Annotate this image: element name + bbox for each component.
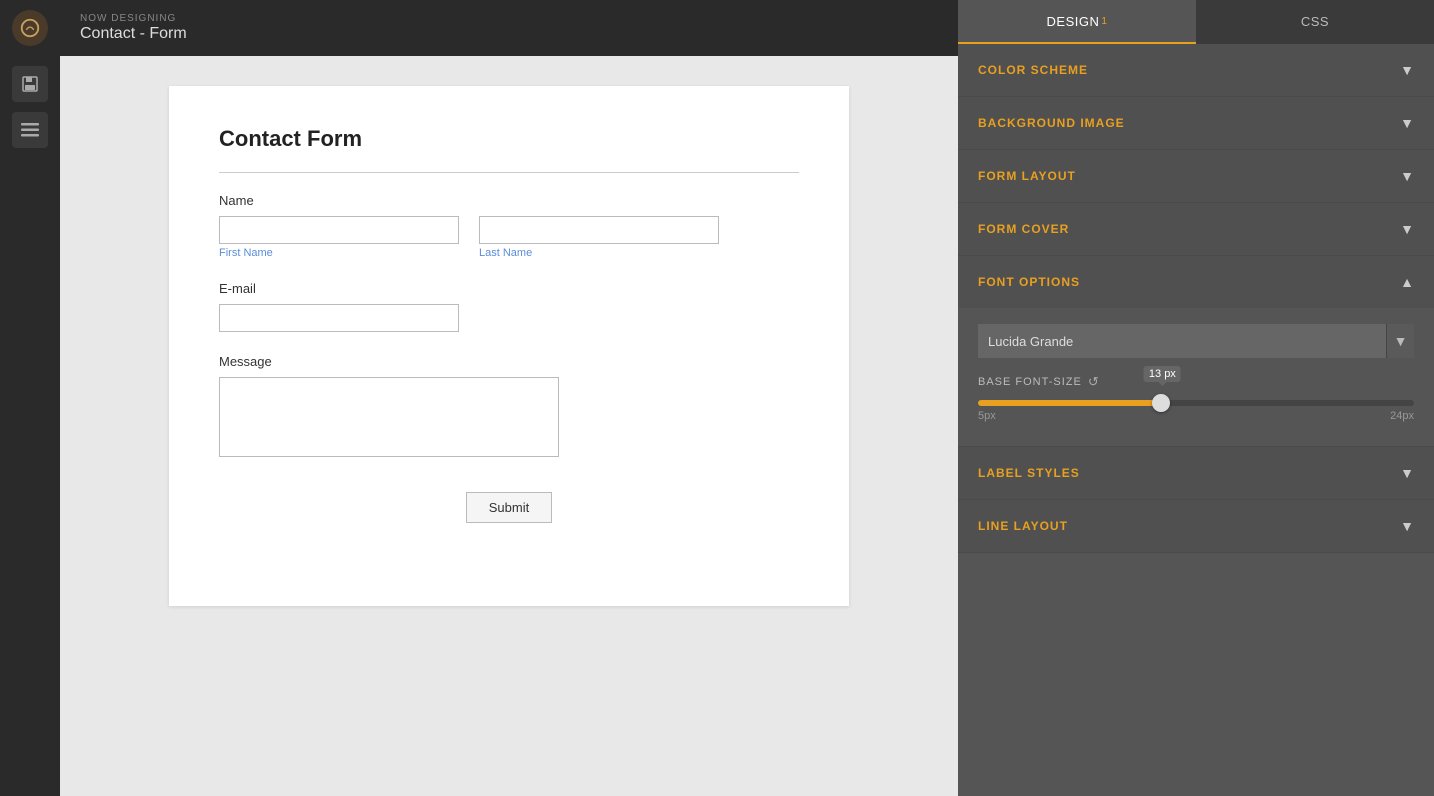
font-options-section: FONT OPTIONS ▲ Lucida Grande ▼ BASE FONT… bbox=[958, 256, 1434, 447]
background-image-title: BACKGROUND IMAGE bbox=[978, 116, 1125, 130]
font-select-dropdown-arrow[interactable]: ▼ bbox=[1386, 324, 1414, 358]
form-card: Contact Form Name First Name Last Name bbox=[169, 86, 849, 606]
background-image-section: BACKGROUND IMAGE ▼ bbox=[958, 97, 1434, 150]
slider-max-label: 24px bbox=[1390, 410, 1414, 422]
name-row: First Name Last Name bbox=[219, 216, 799, 259]
base-font-size-row: BASE FONT-SIZE ↺ bbox=[978, 374, 1414, 390]
form-cover-header[interactable]: FORM COVER ▼ bbox=[958, 203, 1434, 255]
slider-track: 13 px bbox=[978, 400, 1414, 406]
message-label: Message bbox=[219, 354, 799, 369]
font-options-content: Lucida Grande ▼ BASE FONT-SIZE ↺ 13 px 5… bbox=[958, 308, 1434, 446]
font-options-header[interactable]: FONT OPTIONS ▲ bbox=[958, 256, 1434, 308]
form-cover-title: FORM COVER bbox=[978, 222, 1069, 236]
name-group: Name First Name Last Name bbox=[219, 193, 799, 259]
form-layout-header[interactable]: FORM LAYOUT ▼ bbox=[958, 150, 1434, 202]
submit-row: Submit bbox=[219, 492, 799, 523]
font-family-select[interactable]: Lucida Grande bbox=[978, 324, 1386, 358]
email-group: E-mail bbox=[219, 281, 799, 332]
form-cover-arrow: ▼ bbox=[1400, 221, 1414, 237]
menu-button[interactable] bbox=[12, 112, 48, 148]
color-scheme-header[interactable]: COLOR SCHEME ▼ bbox=[958, 44, 1434, 96]
font-size-slider-container: 13 px 5px 24px bbox=[978, 400, 1414, 422]
email-input[interactable] bbox=[219, 304, 459, 332]
canvas-area: Contact Form Name First Name Last Name bbox=[60, 56, 958, 796]
top-bar: NOW DESIGNING Contact - Form bbox=[60, 0, 958, 56]
form-layout-arrow: ▼ bbox=[1400, 168, 1414, 184]
background-image-arrow: ▼ bbox=[1400, 115, 1414, 131]
color-scheme-arrow: ▼ bbox=[1400, 62, 1414, 78]
color-scheme-title: COLOR SCHEME bbox=[978, 63, 1088, 77]
line-layout-title: LINE LAYOUT bbox=[978, 519, 1068, 533]
email-label: E-mail bbox=[219, 281, 799, 296]
line-layout-section: LINE LAYOUT ▼ bbox=[958, 500, 1434, 553]
form-title: Contact Form bbox=[219, 126, 799, 173]
panel-tabs: DESIGN 1 CSS bbox=[958, 0, 1434, 44]
save-button[interactable] bbox=[12, 66, 48, 102]
first-name-input[interactable] bbox=[219, 216, 459, 244]
font-options-arrow: ▲ bbox=[1400, 274, 1414, 290]
slider-range-labels: 5px 24px bbox=[978, 410, 1414, 422]
label-styles-title: LABEL STYLES bbox=[978, 466, 1080, 480]
first-name-field: First Name bbox=[219, 216, 459, 259]
last-name-label: Last Name bbox=[479, 247, 719, 259]
slider-fill bbox=[978, 400, 1161, 406]
tab-design[interactable]: DESIGN 1 bbox=[958, 0, 1196, 44]
font-options-title: FONT OPTIONS bbox=[978, 275, 1080, 289]
line-layout-header[interactable]: LINE LAYOUT ▼ bbox=[958, 500, 1434, 552]
left-sidebar bbox=[0, 0, 60, 796]
base-font-size-label: BASE FONT-SIZE bbox=[978, 376, 1082, 388]
slider-min-label: 5px bbox=[978, 410, 996, 422]
line-layout-arrow: ▼ bbox=[1400, 518, 1414, 534]
label-styles-header[interactable]: LABEL STYLES ▼ bbox=[958, 447, 1434, 499]
form-layout-title: FORM LAYOUT bbox=[978, 169, 1076, 183]
first-name-label: First Name bbox=[219, 247, 459, 259]
form-layout-section: FORM LAYOUT ▼ bbox=[958, 150, 1434, 203]
name-label: Name bbox=[219, 193, 799, 208]
slider-thumb[interactable]: 13 px bbox=[1152, 394, 1170, 412]
main-area: NOW DESIGNING Contact - Form Contact For… bbox=[60, 0, 958, 796]
font-family-row: Lucida Grande ▼ bbox=[978, 324, 1414, 358]
slider-tooltip: 13 px bbox=[1144, 366, 1181, 382]
reset-icon[interactable]: ↺ bbox=[1088, 374, 1100, 390]
page-title: Contact - Form bbox=[80, 25, 187, 43]
submit-button[interactable]: Submit bbox=[466, 492, 552, 523]
app-logo bbox=[12, 10, 48, 46]
color-scheme-section: COLOR SCHEME ▼ bbox=[958, 44, 1434, 97]
last-name-input[interactable] bbox=[479, 216, 719, 244]
form-cover-section: FORM COVER ▼ bbox=[958, 203, 1434, 256]
message-group: Message bbox=[219, 354, 799, 462]
message-textarea[interactable] bbox=[219, 377, 559, 457]
label-styles-section: LABEL STYLES ▼ bbox=[958, 447, 1434, 500]
last-name-field: Last Name bbox=[479, 216, 719, 259]
background-image-header[interactable]: BACKGROUND IMAGE ▼ bbox=[958, 97, 1434, 149]
now-designing-label: NOW DESIGNING bbox=[80, 13, 187, 25]
label-styles-arrow: ▼ bbox=[1400, 465, 1414, 481]
tab-css[interactable]: CSS bbox=[1196, 0, 1434, 44]
right-panel: DESIGN 1 CSS COLOR SCHEME ▼ BACKGROUND I… bbox=[958, 0, 1434, 796]
